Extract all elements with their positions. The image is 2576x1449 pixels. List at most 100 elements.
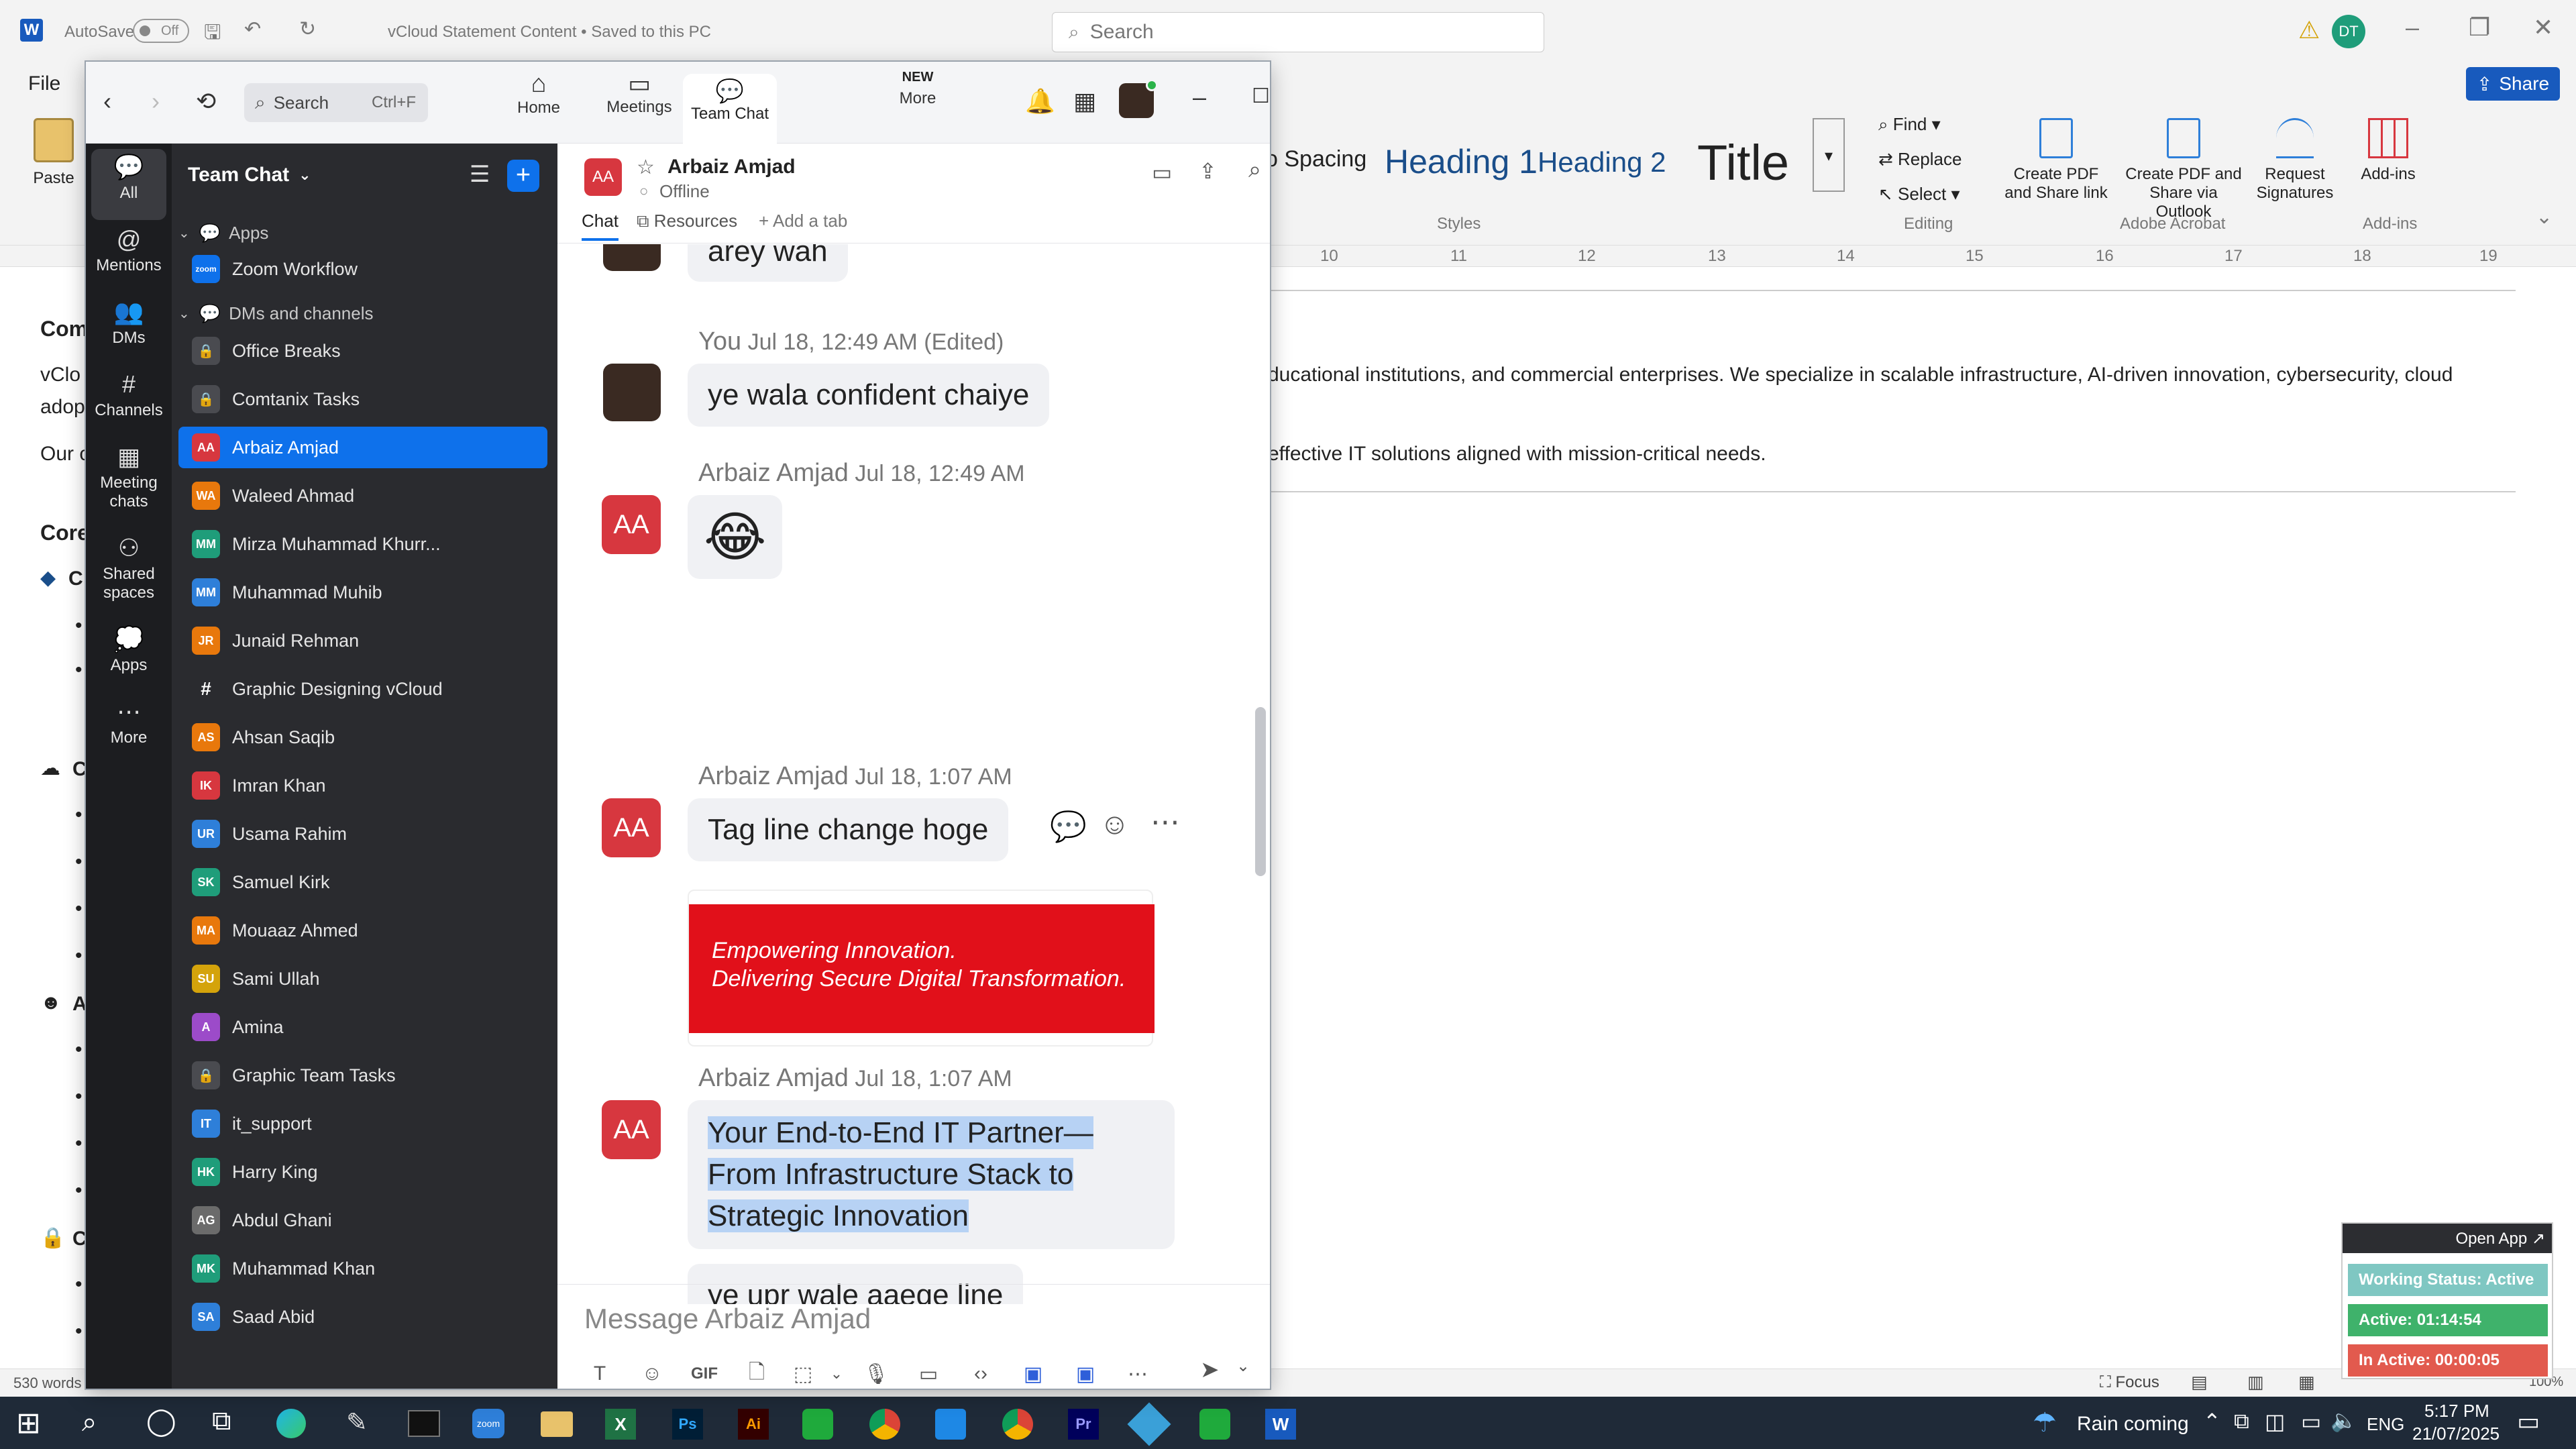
video-clip-icon[interactable]: ▭ — [902, 1362, 955, 1386]
apps-section-header[interactable]: ⌄ 💬 Apps — [178, 223, 268, 244]
tab-add[interactable]: + Add a tab — [759, 211, 847, 231]
message-bubble[interactable]: arey wah — [688, 244, 848, 282]
save-icon[interactable]: 🖫 — [204, 17, 221, 52]
list-item-zoom-workflow[interactable]: zoom Zoom Workflow — [178, 248, 547, 290]
style-title[interactable]: Title — [1697, 134, 1789, 191]
gif-button[interactable]: GIF — [678, 1364, 731, 1383]
list-item[interactable]: AA Arbaiz Amjad — [178, 427, 547, 468]
styles-gallery-more[interactable]: ▾ — [1813, 118, 1845, 192]
message-bubble[interactable]: ye wala confident chaiye — [688, 364, 1050, 427]
list-item[interactable]: IT it_support — [178, 1103, 547, 1144]
list-item[interactable]: AS Ahsan Saqib — [178, 716, 547, 758]
filter-icon[interactable]: ☰ — [470, 161, 490, 188]
weather-icon[interactable]: ☂ — [2033, 1407, 2057, 1438]
profile-avatar[interactable] — [1119, 79, 1158, 118]
text-format-icon[interactable]: T — [574, 1362, 626, 1385]
word-taskbar-icon[interactable]: W — [1265, 1409, 1296, 1440]
windows-start-icon[interactable]: ⊞ — [16, 1406, 41, 1440]
list-item[interactable]: AG Abdul Ghani — [178, 1199, 547, 1241]
list-item[interactable]: SU Sami Ullah — [178, 958, 547, 1000]
collapse-ribbon-icon[interactable]: ⌄ — [2536, 205, 2553, 229]
dms-section-header[interactable]: ⌄ 💬 DMs and channels — [178, 303, 373, 324]
app-icon[interactable]: ▣ — [1007, 1362, 1059, 1386]
nav-more[interactable]: NEW More — [877, 70, 958, 108]
open-app-button[interactable]: Open App ↗ — [2343, 1224, 2552, 1253]
add-reaction-icon[interactable]: ☺ — [1099, 808, 1130, 841]
code-icon[interactable]: ‹› — [955, 1362, 1007, 1385]
chrome-icon[interactable] — [869, 1409, 900, 1440]
create-pdf-outlook-button[interactable]: Create PDF and Share via Outlook — [2120, 118, 2247, 221]
list-item[interactable]: MM Mirza Muhammad Khurr... — [178, 523, 547, 565]
app-green-icon[interactable] — [802, 1409, 833, 1440]
list-item[interactable]: MA Mouaaz Ahmed — [178, 910, 547, 951]
list-item[interactable]: 🔒 Graphic Team Tasks — [178, 1055, 547, 1096]
chat-header-avatar[interactable]: AA — [584, 158, 622, 196]
messages-scrollbar[interactable] — [1255, 707, 1266, 876]
list-item[interactable]: MK Muhammad Khan — [178, 1248, 547, 1289]
list-item[interactable]: MM Muhammad Muhib — [178, 572, 547, 613]
style-heading1[interactable]: Heading 1 — [1385, 142, 1538, 181]
tab-resources[interactable]: ⧉ Resources — [637, 211, 737, 232]
read-mode-icon[interactable]: ▤ — [2191, 1372, 2208, 1393]
chat-header-name[interactable]: Arbaiz Amjad — [667, 156, 796, 178]
chevron-up-icon[interactable]: ⌃ — [2203, 1409, 2221, 1434]
reply-thread-icon[interactable]: 💬 — [1050, 809, 1087, 844]
replace-button[interactable]: ⇄ Replace — [1878, 149, 1962, 170]
rail-dms[interactable]: 👥 DMs — [86, 298, 172, 347]
focus-button[interactable]: ⛶ Focus — [2100, 1373, 2159, 1392]
cortana-icon[interactable]: ◯ — [146, 1406, 176, 1437]
redo-icon[interactable]: ↻ — [299, 17, 316, 41]
search-icon[interactable]: ⌕ — [82, 1407, 97, 1438]
list-item[interactable]: SA Saad Abid — [178, 1296, 547, 1338]
maximize-icon[interactable]: ☐ — [1252, 85, 1270, 108]
excel-icon[interactable]: X — [605, 1409, 636, 1440]
message-input[interactable]: Message Arbaiz Amjad — [584, 1303, 1242, 1343]
app-green2-icon[interactable] — [1199, 1409, 1230, 1440]
list-item[interactable]: # Graphic Designing vCloud — [178, 668, 547, 710]
list-item[interactable]: WA Waleed Ahmad — [178, 475, 547, 517]
rail-all[interactable]: 💬 All — [86, 153, 172, 203]
style-no-spacing[interactable]: o Spacing — [1265, 146, 1366, 172]
vscode-icon[interactable] — [935, 1409, 966, 1440]
more-dots-icon[interactable]: ⋯ — [1112, 1362, 1164, 1386]
image-attachment[interactable]: Empowering Innovation. Delivering Secure… — [688, 890, 1155, 1046]
chevron-down-icon[interactable]: ⌄ — [1236, 1356, 1250, 1376]
file-tab[interactable]: File — [28, 72, 60, 95]
list-item[interactable]: JR Junaid Rehman — [178, 620, 547, 661]
user-avatar[interactable]: DT — [2332, 15, 2365, 48]
premiere-icon[interactable]: Pr — [1068, 1409, 1099, 1440]
bell-icon[interactable]: 🔔 — [1025, 87, 1055, 115]
nav-home[interactable]: ⌂ Home — [495, 70, 582, 117]
zoom-search-box[interactable]: ⌕ Search Ctrl+F — [244, 83, 428, 122]
calendar-icon[interactable]: ▦ — [1073, 87, 1096, 115]
back-icon[interactable]: ‹ — [103, 87, 111, 115]
nav-team-chat[interactable]: 💬 Team Chat — [683, 74, 777, 144]
rail-meeting-chats[interactable]: ▦ Meeting chats — [86, 443, 172, 511]
terminal-icon[interactable] — [408, 1410, 440, 1437]
clock-time[interactable]: 5:17 PM — [2424, 1401, 2489, 1421]
more-dots-icon[interactable]: ⋯ — [1150, 805, 1180, 839]
team-chat-header[interactable]: Team Chat ⌄ — [188, 164, 311, 186]
screenshot-icon[interactable]: ⬚ — [783, 1362, 823, 1386]
chrome-profile-icon[interactable] — [1002, 1409, 1033, 1440]
select-button[interactable]: ↖ Select ▾ — [1878, 184, 1960, 205]
photoshop-icon[interactable]: Ps — [672, 1409, 703, 1440]
file-icon[interactable]: 🗋 — [731, 1357, 783, 1389]
clock-date[interactable]: 21/07/2025 — [2412, 1424, 2500, 1444]
chevron-down-icon[interactable]: ⌄ — [823, 1365, 850, 1383]
print-layout-icon[interactable]: ▥ — [2247, 1372, 2264, 1393]
rail-more[interactable]: ⋯ More — [86, 698, 172, 747]
star-icon[interactable]: ☆ — [637, 156, 655, 179]
minimize-icon[interactable]: – — [1193, 83, 1206, 111]
warning-icon[interactable]: ⚠ — [2298, 16, 2320, 44]
avatar[interactable]: AA — [602, 1100, 661, 1159]
rail-apps[interactable]: 💭 Apps — [86, 625, 172, 675]
avatar[interactable] — [603, 244, 661, 271]
style-heading2[interactable]: Heading 2 — [1538, 146, 1666, 178]
messages-area[interactable]: arey wah You Jul 18, 12:49 AM (Edited) y… — [557, 244, 1270, 1304]
edge-icon[interactable] — [276, 1409, 306, 1438]
rail-mentions[interactable]: @ Mentions — [86, 225, 172, 275]
document-title[interactable]: vCloud Statement Content • Saved to this… — [388, 23, 711, 42]
task-view-icon[interactable]: ⧉ — [212, 1406, 231, 1436]
history-icon[interactable]: ⟲ — [196, 87, 216, 115]
